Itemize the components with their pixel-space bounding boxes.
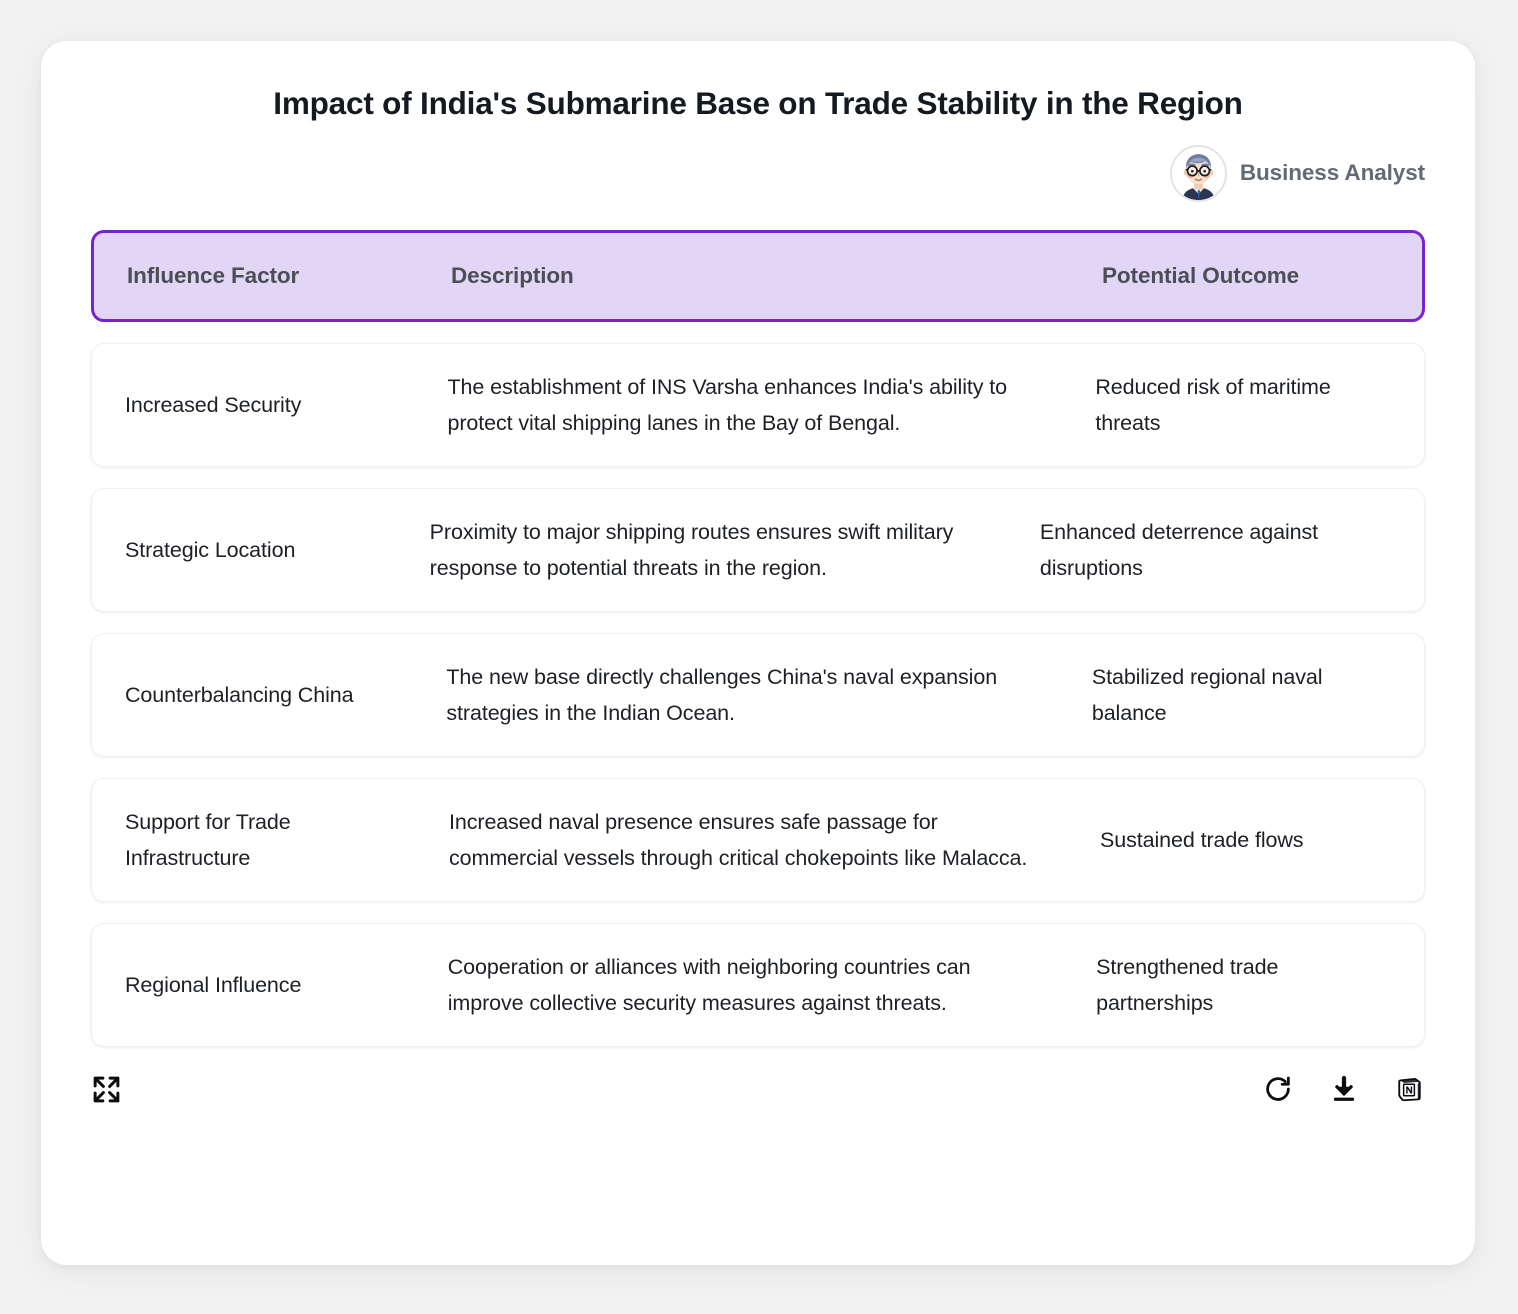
notion-logo-icon[interactable] (1395, 1074, 1425, 1104)
cell-potential-outcome: Sustained trade flows (1100, 827, 1304, 852)
cell-potential-outcome: Enhanced deterrence against disruptions (1039, 519, 1319, 580)
cell-description: The establishment of INS Varsha enhances… (447, 374, 1008, 435)
table-row[interactable]: Regional Influence Cooperation or allian… (91, 922, 1425, 1047)
content-card: Impact of India's Submarine Base on Trad… (41, 41, 1475, 1265)
cell-influence-factor: Counterbalancing China (125, 682, 354, 707)
data-table: Influence Factor Description Potential O… (41, 229, 1475, 1047)
cell-potential-outcome: Reduced risk of maritime threats (1095, 374, 1331, 435)
footer-actions (1263, 1074, 1425, 1104)
cell-description: Increased naval presence ensures safe pa… (449, 809, 1028, 870)
cell-influence-factor: Increased Security (125, 392, 302, 417)
download-icon[interactable] (1329, 1074, 1359, 1104)
table-row[interactable]: Counterbalancing China The new base dire… (91, 632, 1425, 757)
refresh-icon[interactable] (1263, 1074, 1293, 1104)
table-header-row: Influence Factor Description Potential O… (91, 229, 1425, 322)
cell-potential-outcome: Stabilized regional naval balance (1091, 664, 1323, 725)
cell-description: Proximity to major shipping routes ensur… (429, 519, 954, 580)
table-row[interactable]: Support for Trade Infrastructure Increas… (91, 777, 1425, 902)
fullscreen-expand-icon[interactable] (91, 1074, 122, 1105)
cell-description: The new base directly challenges China's… (446, 664, 998, 725)
cell-potential-outcome: Strengthened trade partnerships (1096, 954, 1279, 1015)
column-header-potential-outcome: Potential Outcome (1102, 262, 1300, 288)
cell-influence-factor: Strategic Location (125, 537, 296, 562)
cell-description: Cooperation or alliances with neighborin… (447, 954, 971, 1015)
table-row[interactable]: Strategic Location Proximity to major sh… (91, 487, 1425, 612)
cell-influence-factor: Regional Influence (125, 972, 302, 997)
cell-influence-factor: Support for Trade Infrastructure (125, 809, 291, 870)
column-header-influence-factor: Influence Factor (127, 262, 300, 288)
card-footer (41, 1068, 1475, 1105)
persona-label: Business Analyst (1239, 160, 1425, 186)
column-header-description: Description (451, 262, 574, 288)
table-row[interactable]: Increased Security The establishment of … (91, 342, 1425, 467)
persona-badge: Business Analyst (41, 144, 1475, 202)
business-analyst-avatar-icon (1169, 144, 1227, 202)
page-title: Impact of India's Submarine Base on Trad… (273, 85, 1243, 121)
